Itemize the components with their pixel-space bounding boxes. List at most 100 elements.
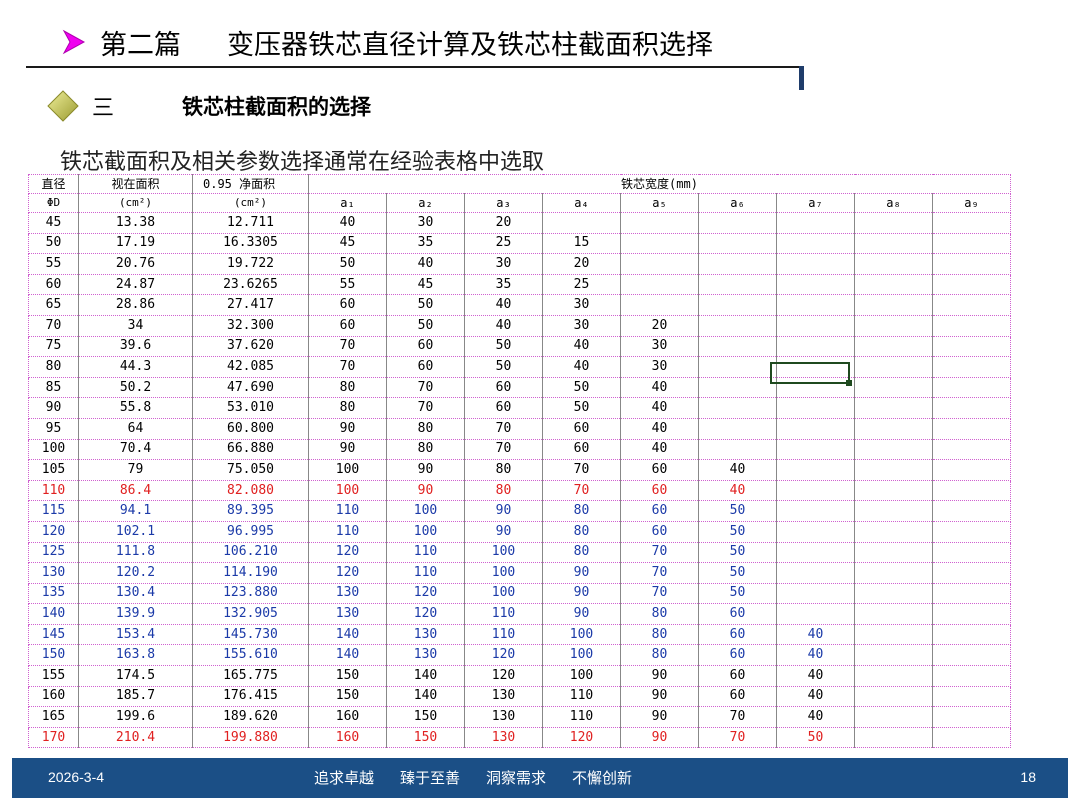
cell-width-a4[interactable]: 50 <box>542 376 621 399</box>
cell-width-a9[interactable] <box>932 335 1011 358</box>
cell-width-a3[interactable]: 100 <box>464 562 543 584</box>
cell-width-a8[interactable] <box>854 212 933 234</box>
cell-width-a1[interactable]: 60 <box>308 314 387 337</box>
cell-width-a7[interactable]: 40 <box>776 665 855 687</box>
cell-width-a8[interactable] <box>854 726 933 749</box>
cell-net-area[interactable]: 27.417 <box>192 294 309 316</box>
cell-width-a9[interactable] <box>932 314 1011 337</box>
cell-width-a4[interactable]: 90 <box>542 582 621 605</box>
cell-width-a7[interactable] <box>776 520 855 543</box>
cell-width-a3[interactable]: 90 <box>464 520 543 543</box>
cell-width-a7[interactable] <box>776 314 855 337</box>
cell-diameter[interactable]: 95 <box>28 417 79 440</box>
cell-width-a1[interactable]: 70 <box>308 335 387 358</box>
cell-width-a1[interactable]: 60 <box>308 294 387 316</box>
cell-width-a9[interactable] <box>932 459 1011 481</box>
cell-width-a1[interactable]: 50 <box>308 253 387 275</box>
cell-net-area[interactable]: 19.722 <box>192 253 309 275</box>
cell-width-a8[interactable] <box>854 541 933 564</box>
cell-width-a7[interactable]: 40 <box>776 706 855 728</box>
cell-width-a9[interactable] <box>932 397 1011 419</box>
cell-width-a9[interactable] <box>932 438 1011 461</box>
cell-width-a2[interactable]: 80 <box>386 417 465 440</box>
cell-width-a1[interactable]: 55 <box>308 273 387 296</box>
cell-width-a2[interactable]: 90 <box>386 459 465 481</box>
cell-width-a1[interactable]: 150 <box>308 685 387 708</box>
cell-width-a3[interactable]: 60 <box>464 376 543 399</box>
cell-diameter[interactable]: 105 <box>28 459 79 481</box>
cell-apparent-area[interactable]: 17.19 <box>78 232 193 255</box>
cell-apparent-area[interactable]: 20.76 <box>78 253 193 275</box>
cell-net-area[interactable]: 132.905 <box>192 603 309 625</box>
cell-width-a9[interactable] <box>932 520 1011 543</box>
cell-width-a5[interactable]: 30 <box>620 356 699 378</box>
cell-net-area[interactable]: 47.690 <box>192 376 309 399</box>
cell-width-a9[interactable] <box>932 665 1011 687</box>
cell-width-a7[interactable] <box>776 335 855 358</box>
cell-net-area[interactable]: 176.415 <box>192 685 309 708</box>
cell-width-a5[interactable]: 40 <box>620 397 699 419</box>
cell-net-area[interactable]: 42.085 <box>192 356 309 378</box>
cell-width-a1[interactable]: 160 <box>308 726 387 749</box>
cell-apparent-area[interactable]: 120.2 <box>78 562 193 584</box>
cell-width-a6[interactable] <box>698 356 777 378</box>
cell-net-area[interactable]: 199.880 <box>192 726 309 749</box>
cell-width-a8[interactable] <box>854 562 933 584</box>
cell-width-a9[interactable] <box>932 582 1011 605</box>
cell-width-a6[interactable]: 50 <box>698 520 777 543</box>
cell-width-a1[interactable]: 140 <box>308 644 387 667</box>
cell-width-a6[interactable] <box>698 273 777 296</box>
cell-apparent-area[interactable]: 34 <box>78 314 193 337</box>
cell-width-a8[interactable] <box>854 232 933 255</box>
cell-width-a6[interactable] <box>698 212 777 234</box>
cell-width-a2[interactable]: 120 <box>386 582 465 605</box>
cell-apparent-area[interactable]: 13.38 <box>78 212 193 234</box>
cell-width-a6[interactable] <box>698 438 777 461</box>
cell-width-a1[interactable]: 90 <box>308 417 387 440</box>
cell-width-a9[interactable] <box>932 623 1011 646</box>
cell-width-a6[interactable] <box>698 232 777 255</box>
cell-width-a3[interactable]: 35 <box>464 273 543 296</box>
cell-width-a4[interactable]: 30 <box>542 314 621 337</box>
cell-width-a4[interactable]: 100 <box>542 644 621 667</box>
cell-diameter[interactable]: 45 <box>28 212 79 234</box>
cell-diameter[interactable]: 70 <box>28 314 79 337</box>
cell-diameter[interactable]: 115 <box>28 500 79 522</box>
cell-width-a1[interactable]: 110 <box>308 520 387 543</box>
cell-width-a5[interactable]: 90 <box>620 665 699 687</box>
cell-width-a2[interactable]: 150 <box>386 706 465 728</box>
cell-width-a8[interactable] <box>854 500 933 522</box>
cell-width-a9[interactable] <box>932 376 1011 399</box>
cell-net-area[interactable]: 37.620 <box>192 335 309 358</box>
cell-width-a5[interactable]: 70 <box>620 541 699 564</box>
cell-width-a9[interactable] <box>932 417 1011 440</box>
cell-width-a3[interactable]: 130 <box>464 706 543 728</box>
cell-width-a9[interactable] <box>932 541 1011 564</box>
cell-width-a4[interactable]: 100 <box>542 665 621 687</box>
cell-width-a4[interactable]: 60 <box>542 417 621 440</box>
cell-width-a6[interactable]: 60 <box>698 623 777 646</box>
cell-diameter[interactable]: 60 <box>28 273 79 296</box>
cell-width-a7[interactable] <box>776 294 855 316</box>
cell-apparent-area[interactable]: 28.86 <box>78 294 193 316</box>
cell-apparent-area[interactable]: 64 <box>78 417 193 440</box>
cell-width-a6[interactable] <box>698 294 777 316</box>
cell-apparent-area[interactable]: 55.8 <box>78 397 193 419</box>
cell-width-a5[interactable]: 70 <box>620 582 699 605</box>
cell-width-a5[interactable]: 90 <box>620 706 699 728</box>
cell-width-a4[interactable]: 90 <box>542 562 621 584</box>
cell-width-a5[interactable]: 90 <box>620 726 699 749</box>
cell-width-a2[interactable]: 50 <box>386 314 465 337</box>
cell-width-a5[interactable]: 40 <box>620 438 699 461</box>
cell-width-a3[interactable]: 50 <box>464 335 543 358</box>
cell-width-a7[interactable] <box>776 459 855 481</box>
cell-width-a8[interactable] <box>854 479 933 502</box>
fill-handle[interactable] <box>846 380 852 386</box>
cell-width-a3[interactable]: 40 <box>464 294 543 316</box>
cell-width-a9[interactable] <box>932 253 1011 275</box>
cell-diameter[interactable]: 90 <box>28 397 79 419</box>
cell-width-a1[interactable]: 130 <box>308 582 387 605</box>
cell-width-a2[interactable]: 60 <box>386 335 465 358</box>
cell-width-a9[interactable] <box>932 706 1011 728</box>
cell-width-a2[interactable]: 50 <box>386 294 465 316</box>
